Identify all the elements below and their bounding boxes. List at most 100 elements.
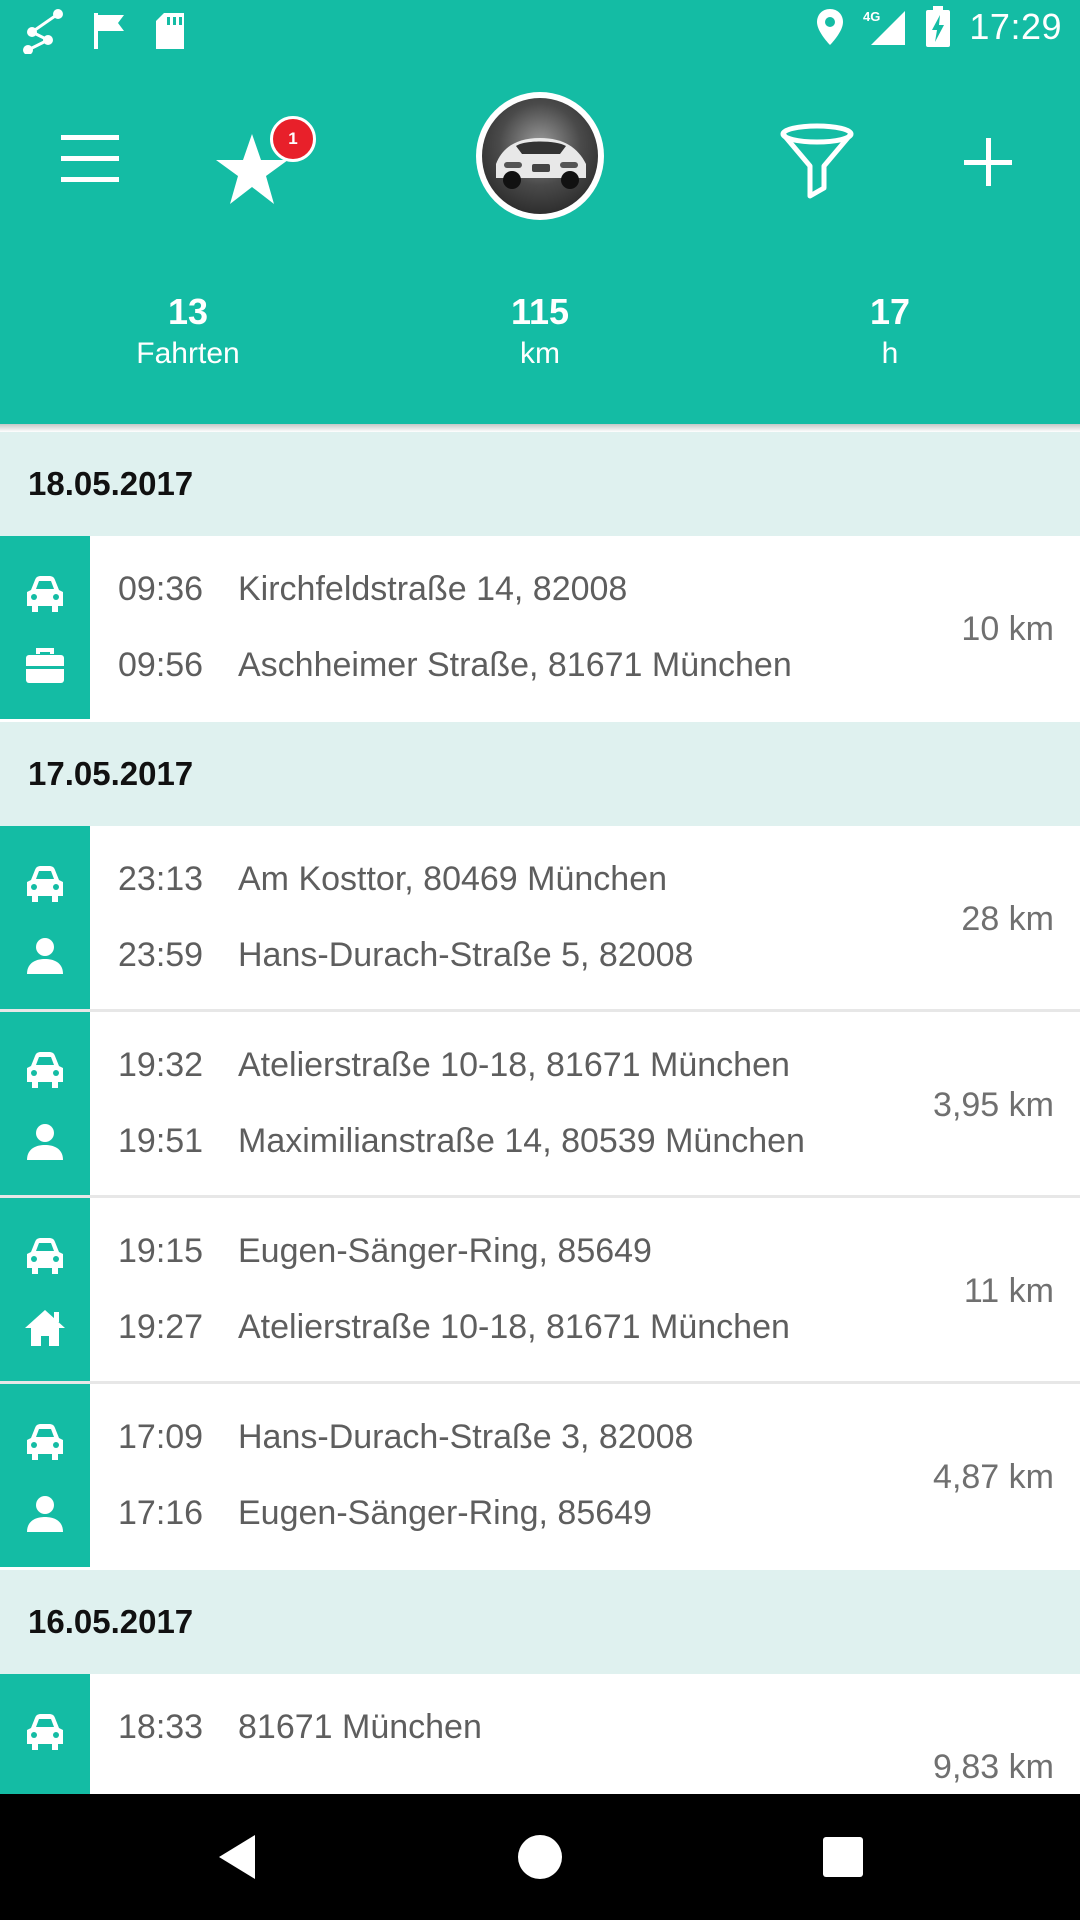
trip-end-time: 17:16	[118, 1494, 204, 1532]
status-bar-left	[22, 8, 186, 54]
trip-type-strip	[0, 1384, 90, 1567]
trip-start: 23:13 Am Kosttor, 80469 München	[118, 860, 667, 899]
trip-distance: 10 km	[961, 610, 1054, 648]
home-button[interactable]	[507, 1824, 573, 1890]
summary-stats: 13 Fahrten 115 km 17 h	[0, 290, 1080, 390]
signal-icon: 4G	[863, 9, 906, 45]
toolbar: 1	[0, 80, 1080, 230]
trip-distance: 4,87 km	[933, 1458, 1054, 1496]
trip-end: 19:27 Atelierstraße 10-18, 81671 München	[118, 1308, 790, 1347]
recents-button[interactable]	[810, 1824, 876, 1890]
trip-end: 23:59 Hans-Durach-Straße 5, 82008	[118, 936, 693, 975]
filter-funnel-icon	[780, 123, 854, 199]
favorites-badge: 1	[270, 116, 316, 162]
system-nav-bar	[0, 1794, 1080, 1920]
hamburger-menu-icon	[61, 135, 119, 182]
trip-row[interactable]: 19:15 Eugen-Sänger-Ring, 85649 19:27 Atelie…	[0, 1198, 1080, 1384]
trip-end-address: Hans-Durach-Straße 5, 82008	[238, 936, 694, 974]
header-shadow	[0, 424, 1080, 432]
trip-distance: 3,95 km	[933, 1086, 1054, 1124]
network-type-label: 4G	[863, 9, 880, 24]
filter-button[interactable]	[772, 116, 862, 206]
trip-start: 17:09 Hans-Durach-Straße 3, 82008	[118, 1418, 693, 1457]
trip-type-strip	[0, 1674, 90, 1794]
status-bar-right: 4G 17:29	[815, 6, 1062, 48]
trip-end-time: 23:59	[118, 936, 204, 974]
trip-distance: 9,83 km	[933, 1748, 1054, 1786]
trip-list[interactable]: 18.05.2017 09:36 Kirchfeldstraße 14, 82008…	[0, 432, 1080, 1794]
trip-start-time: 23:13	[118, 860, 204, 898]
trip-end: 17:16 Eugen-Sänger-Ring, 85649	[118, 1494, 652, 1533]
flag-icon	[94, 13, 124, 49]
app-header: 4G 17:29 1 13 Fahrten 115 km 17 h	[0, 0, 1080, 424]
car-icon	[23, 1236, 67, 1276]
trip-start-time: 19:32	[118, 1046, 204, 1084]
trip-end-address: Atelierstraße 10-18, 81671 München	[238, 1308, 790, 1346]
trip-start: 19:32 Atelierstraße 10-18, 81671 München	[118, 1046, 790, 1085]
plus-icon	[964, 138, 1012, 186]
trip-start-address: Hans-Durach-Straße 3, 82008	[238, 1418, 694, 1456]
route-icon	[23, 9, 63, 54]
trip-start-address: Atelierstraße 10-18, 81671 München	[238, 1046, 790, 1084]
trip-row[interactable]: 23:13 Am Kosttor, 80469 München 23:59 Hans-…	[0, 826, 1080, 1012]
trip-start: 19:15 Eugen-Sänger-Ring, 85649	[118, 1232, 652, 1271]
person-icon	[23, 1122, 67, 1162]
car-icon	[23, 574, 67, 614]
sd-card-icon	[156, 13, 184, 49]
clock: 17:29	[969, 6, 1062, 47]
stat-hours-value: 17	[869, 291, 911, 332]
stat-trips-unit: Fahrten	[136, 337, 240, 370]
trip-start-address: Kirchfeldstraße 14, 82008	[238, 570, 628, 608]
trip-type-strip	[0, 536, 90, 719]
trip-end-time: 19:51	[118, 1122, 204, 1160]
trip-start-time: 09:36	[118, 570, 204, 608]
date-header: 17.05.2017	[0, 722, 1080, 826]
trip-type-strip	[0, 1198, 90, 1381]
trip-type-strip	[0, 1012, 90, 1195]
briefcase-icon	[23, 646, 67, 686]
battery-charging-icon	[926, 6, 951, 47]
menu-button[interactable]	[50, 128, 130, 190]
trip-start: 09:36 Kirchfeldstraße 14, 82008	[118, 570, 627, 609]
trip-start-time: 19:15	[118, 1232, 204, 1270]
add-trip-button[interactable]	[950, 124, 1026, 200]
trip-distance: 11 km	[963, 1272, 1054, 1310]
trip-end-address: Eugen-Sänger-Ring, 85649	[238, 1494, 652, 1532]
car-icon	[23, 1050, 67, 1090]
trip-end-address: Maximilianstraße 14, 80539 München	[238, 1122, 805, 1160]
trip-start-time: 17:09	[118, 1418, 204, 1456]
car-photo-icon	[496, 138, 586, 189]
trip-row[interactable]: 18:33 81671 München 9,83 km	[0, 1674, 1080, 1794]
trip-distance: 28 km	[961, 900, 1054, 938]
stat-distance: 115 km	[410, 290, 670, 374]
home-circle-icon	[518, 1835, 562, 1879]
status-bar: 4G 17:29	[0, 0, 1080, 62]
trip-end: 19:51 Maximilianstraße 14, 80539 München	[118, 1122, 805, 1161]
vehicle-avatar[interactable]	[476, 92, 604, 220]
trip-end: 09:56 Aschheimer Straße, 81671 München	[118, 646, 792, 685]
home-icon	[23, 1308, 67, 1348]
trip-row[interactable]: 17:09 Hans-Durach-Straße 3, 82008 17:16 Eug…	[0, 1384, 1080, 1570]
stat-distance-unit: km	[520, 337, 560, 370]
trip-end-address: Aschheimer Straße, 81671 München	[238, 646, 792, 684]
trip-row[interactable]: 19:32 Atelierstraße 10-18, 81671 München 1…	[0, 1012, 1080, 1198]
stat-hours: 17 h	[760, 290, 1020, 374]
vehicle-photo	[482, 98, 598, 214]
recents-square-icon	[823, 1837, 863, 1877]
stat-trips: 13 Fahrten	[58, 290, 318, 374]
trip-start-address: 81671 München	[238, 1708, 482, 1746]
back-button[interactable]	[204, 1824, 270, 1890]
stat-distance-value: 115	[510, 291, 570, 332]
date-header: 16.05.2017	[0, 1570, 1080, 1674]
trip-row[interactable]: 09:36 Kirchfeldstraße 14, 82008 09:56 Aschh…	[0, 536, 1080, 722]
back-triangle-icon	[219, 1835, 255, 1879]
car-icon	[23, 1712, 67, 1752]
trip-start: 18:33 81671 München	[118, 1708, 482, 1747]
favorites-button[interactable]: 1	[208, 114, 318, 204]
location-icon	[817, 9, 844, 45]
trip-start-address: Eugen-Sänger-Ring, 85649	[238, 1232, 652, 1270]
car-icon	[23, 1422, 67, 1462]
trip-start-time: 18:33	[118, 1708, 204, 1746]
person-icon	[23, 936, 67, 976]
trip-end-time: 09:56	[118, 646, 204, 684]
